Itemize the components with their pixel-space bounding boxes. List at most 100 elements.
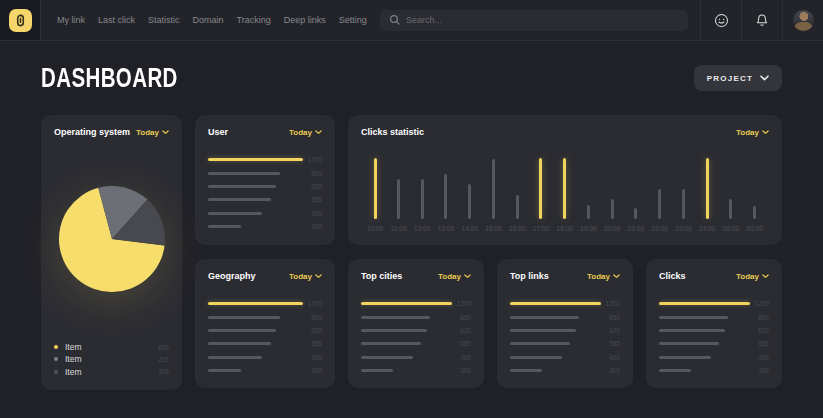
- project-dropdown-button[interactable]: PROJECT: [694, 65, 782, 91]
- bar-track: [510, 316, 601, 319]
- notifications-button[interactable]: [741, 0, 782, 40]
- bar-track: [208, 369, 303, 372]
- legend-item: Item105: [54, 366, 169, 378]
- bar: [539, 158, 542, 219]
- legend-label: Item: [65, 367, 82, 377]
- dashboard-grid: Operating system Today Item650Item205Ite…: [0, 115, 823, 390]
- bar: [659, 356, 711, 359]
- legend-item: Item205: [54, 353, 169, 365]
- bar: [208, 342, 271, 345]
- chevron-down-icon: [315, 274, 322, 279]
- period-dropdown[interactable]: Today: [289, 272, 322, 281]
- bar-row: 300: [208, 220, 322, 233]
- bar-value: 400: [605, 354, 620, 361]
- profile-button[interactable]: [782, 0, 823, 40]
- time-label: 19:00: [580, 225, 596, 232]
- bar-value: 585: [307, 196, 322, 203]
- bar-value: 850: [456, 314, 471, 321]
- vbar-column: 22:00: [652, 156, 668, 232]
- time-label: 13:00: [438, 225, 454, 232]
- bar-row: 850: [208, 166, 322, 179]
- support-button[interactable]: [700, 0, 741, 40]
- period-label: Today: [736, 128, 759, 137]
- nav-link-last-click[interactable]: Last click: [98, 15, 135, 25]
- bar-row: 585: [659, 337, 769, 350]
- time-label: 12:00: [414, 225, 430, 232]
- bar: [563, 158, 566, 219]
- nav-link-tracking[interactable]: Tracking: [237, 15, 271, 25]
- bar-row: 585: [361, 337, 471, 350]
- bar-track: [510, 302, 601, 306]
- bar-row: 400: [208, 207, 322, 220]
- bar-row: 620: [208, 180, 322, 193]
- bar-value: 850: [605, 314, 620, 321]
- bell-icon: [755, 13, 769, 28]
- time-label: 16:00: [509, 225, 525, 232]
- bar: [361, 342, 421, 345]
- bar-row: 585: [208, 337, 322, 350]
- bar-track: [208, 198, 303, 201]
- bar-track: [208, 329, 303, 332]
- period-dropdown[interactable]: Today: [136, 128, 169, 137]
- bar-track: [361, 302, 452, 306]
- bar-track: [361, 356, 452, 359]
- period-dropdown[interactable]: Today: [736, 272, 769, 281]
- main-nav: My link Last click Statistic Domain Tracking…: [41, 0, 367, 40]
- nav-link-domain[interactable]: Domain: [193, 15, 224, 25]
- bar-row: 400: [208, 351, 322, 364]
- nav-link-setting[interactable]: Setting: [339, 15, 367, 25]
- period-dropdown[interactable]: Today: [438, 272, 471, 281]
- chevron-down-icon: [762, 274, 769, 279]
- search-input[interactable]: [380, 10, 688, 31]
- bar-row: 1200: [510, 297, 620, 310]
- search-bar: [380, 0, 688, 40]
- top-navbar: My link Last click Statistic Domain Tracking…: [0, 0, 823, 41]
- bar: [208, 356, 262, 359]
- bar-track: [208, 185, 303, 188]
- bar-track: [659, 329, 750, 332]
- bar-value: 585: [605, 340, 620, 347]
- bar-row: 620: [208, 324, 322, 337]
- page-header: DASHBOARD PROJECT: [0, 41, 823, 115]
- pie-chart: [59, 186, 165, 292]
- bar-row: 585: [510, 337, 620, 350]
- bar-track: [208, 356, 303, 359]
- bar: [510, 369, 542, 372]
- nav-link-my-link[interactable]: My link: [57, 15, 85, 25]
- bar-value: 1200: [307, 156, 322, 163]
- nav-link-deep-links[interactable]: Deep links: [284, 15, 326, 25]
- bar-value: 1200: [307, 300, 322, 307]
- time-label: 20:00: [604, 225, 620, 232]
- legend-dot: [54, 370, 58, 374]
- vbar-column: 16:00: [509, 156, 525, 232]
- vbar-column: 13:00: [438, 156, 454, 232]
- bar-row: 585: [208, 193, 322, 206]
- bar-value: 620: [307, 183, 322, 190]
- bar-value: 850: [754, 314, 769, 321]
- search-icon: [389, 14, 401, 26]
- period-dropdown[interactable]: Today: [736, 128, 769, 137]
- bar-track: [659, 342, 750, 345]
- vbar-column: 10:00: [367, 156, 383, 232]
- vbar-column: 01:00: [747, 156, 763, 232]
- app-logo[interactable]: [9, 9, 32, 32]
- period-label: Today: [736, 272, 759, 281]
- nav-link-statistic[interactable]: Statistic: [148, 15, 180, 25]
- bar-value: 300: [307, 367, 322, 374]
- bar: [361, 329, 427, 332]
- bar: [492, 159, 495, 219]
- bar: [729, 199, 732, 219]
- hbar-chart: 1200850620585400300: [510, 297, 620, 377]
- bar-value: 1200: [456, 300, 471, 307]
- paperclip-icon: [14, 14, 27, 27]
- bar-value: 620: [307, 327, 322, 334]
- period-label: Today: [587, 272, 610, 281]
- period-dropdown[interactable]: Today: [289, 128, 322, 137]
- card-title: Top cities: [361, 271, 402, 281]
- time-label: 18:00: [557, 225, 573, 232]
- period-dropdown[interactable]: Today: [587, 272, 620, 281]
- bar-track: [361, 316, 452, 319]
- bar: [682, 189, 685, 219]
- bar-row: 850: [361, 310, 471, 323]
- bar: [208, 198, 271, 201]
